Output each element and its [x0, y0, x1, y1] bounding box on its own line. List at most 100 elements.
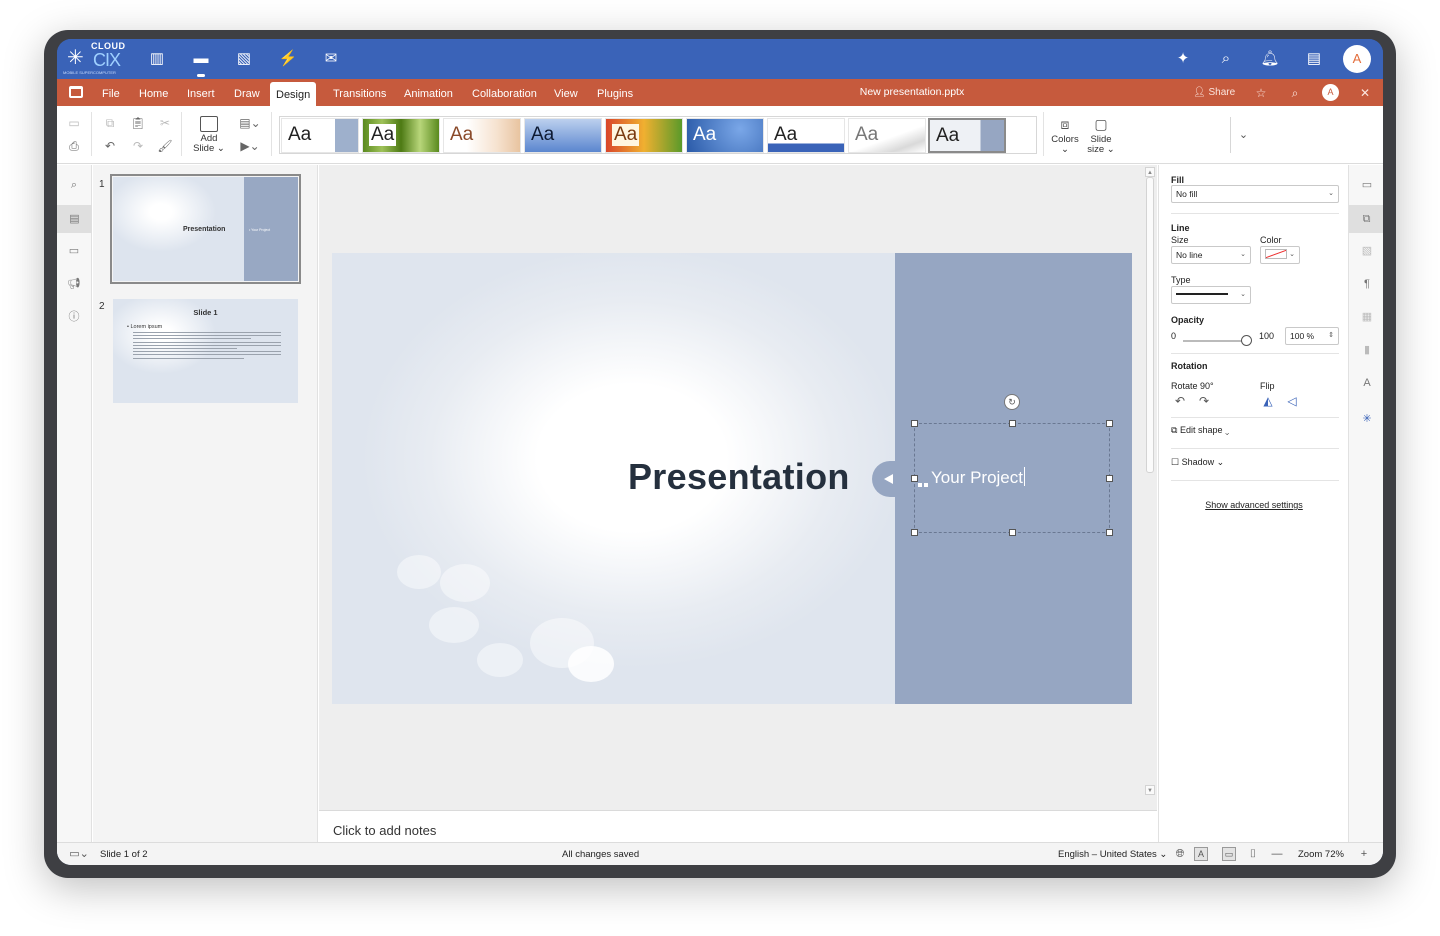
spellcheck-icon[interactable]: A [1194, 847, 1208, 861]
theme-option-5[interactable]: Aa [605, 118, 683, 153]
fit-slide-icon[interactable]: ▭ [1222, 847, 1236, 861]
line-color-picker[interactable]: ⌄ [1260, 246, 1300, 264]
resize-handle-se[interactable] [1106, 529, 1113, 536]
tab-draw[interactable]: Draw [228, 79, 266, 106]
notes-area[interactable]: Click to add notes [319, 810, 1157, 842]
resize-handle-s[interactable] [1009, 529, 1016, 536]
shape-settings-icon[interactable]: ⧉ [1349, 205, 1383, 233]
resize-handle-e[interactable] [1106, 475, 1113, 482]
tab-insert[interactable]: Insert [181, 79, 221, 106]
format-painter-icon[interactable]: 🖌︎ [157, 138, 173, 154]
close-icon[interactable]: ✕ [1357, 85, 1373, 101]
rotate-left-icon[interactable]: ↶ [1173, 394, 1187, 408]
zoom-in-icon[interactable]: + [1357, 847, 1371, 861]
bolt-icon[interactable]: ⚡ [276, 47, 300, 71]
favorite-star-icon[interactable]: ☆ [1253, 85, 1269, 101]
apps-grid-icon[interactable]: ▥ [145, 47, 169, 71]
rotate-right-icon[interactable]: ↷ [1197, 394, 1211, 408]
slide-canvas[interactable]: Presentation Your Project ↻ [332, 253, 1132, 704]
resize-handle-n[interactable] [1009, 420, 1016, 427]
tab-design[interactable]: Design [270, 82, 317, 106]
theme-option-4[interactable]: Aa [524, 118, 602, 153]
image-settings-icon[interactable]: ▧ [1359, 243, 1375, 259]
globe-icon[interactable]: 🌐︎ [1173, 847, 1187, 861]
add-slide-button[interactable]: Add Slide ⌄ [191, 110, 227, 160]
copy-icon[interactable]: ⧉ [102, 115, 118, 131]
flip-vertical-icon[interactable]: ◁ [1285, 394, 1299, 408]
slide-thumbnail-1[interactable]: Presentation • Your Project [110, 174, 301, 284]
slides-panel-icon[interactable]: ▤ [57, 205, 92, 233]
tab-home[interactable]: Home [133, 79, 174, 106]
start-slideshow-icon[interactable]: ▶⌄ [239, 138, 261, 154]
sparkle-icon[interactable]: ✦ [1171, 47, 1195, 71]
tab-animation[interactable]: Animation [398, 79, 459, 106]
opacity-slider-knob[interactable] [1241, 335, 1252, 346]
save-icon[interactable]: ▭ [66, 115, 82, 131]
resize-handle-nw[interactable] [911, 420, 918, 427]
selection-box[interactable]: ↻ [911, 394, 1113, 536]
share-button[interactable]: 👤︎ Share [1193, 79, 1235, 106]
tab-view[interactable]: View [548, 79, 584, 106]
slide-size-button[interactable]: ▢ Slide size ⌄ [1083, 114, 1119, 160]
colors-button[interactable]: ⧈ Colors ⌄ [1047, 114, 1083, 160]
tab-collaboration[interactable]: Collaboration [466, 79, 543, 106]
comments-icon[interactable]: ▭ [66, 243, 82, 259]
tab-plugins[interactable]: Plugins [591, 79, 639, 106]
text-art-settings-icon[interactable]: A [1359, 375, 1375, 391]
theme-option-9-selected[interactable]: Aa [928, 118, 1006, 153]
chart-settings-icon[interactable]: ▮ [1359, 342, 1375, 358]
line-size-select[interactable]: No line ⌄ [1171, 246, 1251, 264]
tab-file[interactable]: File [96, 79, 126, 106]
line-type-select[interactable]: ⌄ [1171, 286, 1251, 304]
search-icon[interactable]: ⌕ [66, 177, 82, 193]
shadow-checkbox[interactable]: ☐ Shadow ⌄ [1171, 457, 1224, 468]
theme-option-1[interactable]: Aa [281, 118, 359, 153]
slide-layout-icon[interactable]: ▤⌄ [239, 115, 261, 131]
cloudcix-logo[interactable]: ✳ CLOUD CIX MOBILE SUPERCOMPUTER [63, 41, 125, 77]
folder-icon[interactable]: ▬ [189, 47, 213, 77]
stepper-icon[interactable]: ⇕ [1328, 328, 1334, 344]
language-selector[interactable]: English – United States ⌄ [1058, 849, 1167, 860]
slideshow-start-icon[interactable]: ▭⌄ [67, 847, 91, 861]
resize-handle-sw[interactable] [911, 529, 918, 536]
search-icon[interactable]: ⌕ [1287, 85, 1303, 101]
cut-icon[interactable]: ✂ [157, 115, 173, 131]
slide-title[interactable]: Presentation [628, 456, 850, 498]
plugin-star-icon[interactable]: ✳ [1359, 411, 1375, 427]
opacity-input[interactable]: 100 % ⇕ [1285, 327, 1339, 345]
search-icon[interactable]: ⌕ [1214, 47, 1238, 71]
user-avatar-small[interactable]: A [1322, 84, 1339, 101]
scroll-down-icon[interactable]: ▼ [1145, 785, 1155, 795]
bell-icon[interactable]: 🔔︎ [1258, 47, 1282, 71]
mail-icon[interactable]: ✉ [319, 47, 343, 71]
edit-shape-button[interactable]: ⧉ Edit shape ⌄ [1171, 425, 1229, 436]
show-advanced-settings-link[interactable]: Show advanced settings [1159, 500, 1349, 510]
theme-option-3[interactable]: Aa [443, 118, 521, 153]
info-icon[interactable]: ⓘ [66, 309, 82, 325]
contacts-icon[interactable]: ▤ [1302, 47, 1326, 71]
app-menu-icon[interactable] [69, 86, 83, 98]
scroll-up-icon[interactable]: ▲ [1145, 167, 1155, 177]
fit-width-icon[interactable]: ⌷ [1246, 847, 1260, 861]
opacity-slider[interactable] [1183, 335, 1252, 346]
resize-handle-ne[interactable] [1106, 420, 1113, 427]
paragraph-settings-icon[interactable]: ¶ [1359, 276, 1375, 292]
slide-settings-icon[interactable]: ▭ [1359, 177, 1375, 193]
theme-option-2[interactable]: Aa [362, 118, 440, 153]
scrollbar-thumb[interactable] [1146, 177, 1154, 473]
fill-select[interactable]: No fill ⌄ [1171, 185, 1339, 203]
announcement-icon[interactable]: 📢︎ [66, 276, 82, 292]
print-icon[interactable]: ⎙ [66, 138, 82, 154]
user-avatar[interactable]: A [1343, 45, 1371, 73]
theme-option-6[interactable]: Aa [686, 118, 764, 153]
image-icon[interactable]: ▧ [232, 47, 256, 71]
table-settings-icon[interactable]: ▦ [1359, 309, 1375, 325]
undo-icon[interactable]: ↶ [102, 138, 118, 154]
theme-gallery-expand-icon[interactable]: ⌄ [1230, 117, 1256, 153]
tab-transitions[interactable]: Transitions [327, 79, 392, 106]
editor-scrollbar[interactable]: ▲ ▼ [1145, 167, 1155, 797]
rotate-handle-icon[interactable]: ↻ [1004, 394, 1020, 410]
slide-thumbnail-2[interactable]: Slide 1 • Lorem ipsum [113, 299, 298, 403]
resize-handle-w[interactable] [911, 475, 918, 482]
paste-icon[interactable]: 📋︎ [130, 115, 146, 131]
